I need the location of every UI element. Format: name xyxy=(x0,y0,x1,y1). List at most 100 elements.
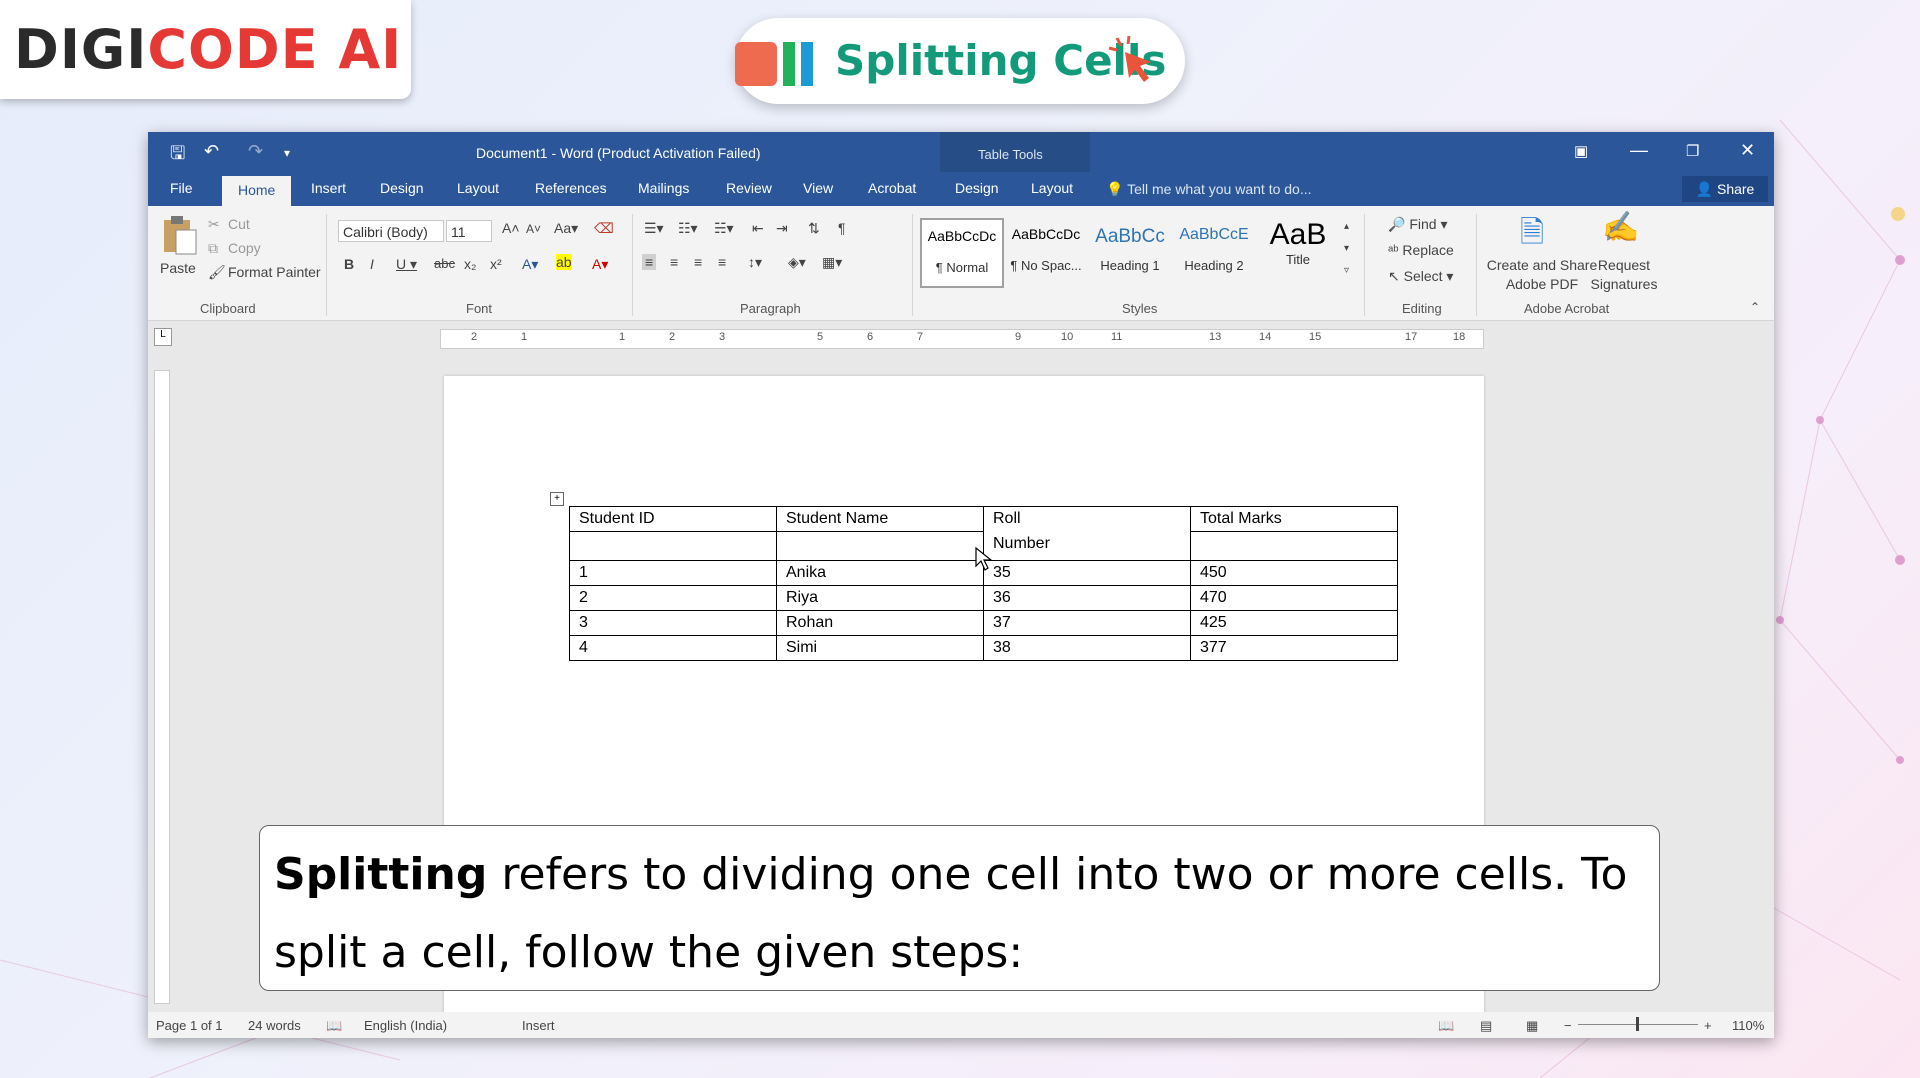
find-button[interactable]: 🔎 Find ▾ xyxy=(1388,216,1447,233)
table-cell-roll-number[interactable]: Number xyxy=(983,531,1191,561)
restore-button[interactable]: ❐ xyxy=(1686,142,1699,160)
language-status[interactable]: English (India) xyxy=(364,1018,447,1033)
align-center-icon[interactable]: ≡ xyxy=(670,254,678,270)
clear-formatting-icon[interactable]: ⌫ xyxy=(594,220,614,237)
table-cell[interactable]: Anika xyxy=(776,560,984,586)
sort-icon[interactable]: ⇅ xyxy=(808,220,820,237)
format-painter-button[interactable]: Format Painter xyxy=(228,264,321,280)
font-color-icon[interactable]: A▾ xyxy=(592,256,608,273)
print-layout-icon[interactable]: ▤ xyxy=(1480,1018,1492,1034)
redo-icon[interactable]: ↷ xyxy=(248,141,263,162)
table-cell[interactable]: 35 xyxy=(983,560,1191,586)
style-title[interactable]: AaB Title xyxy=(1258,218,1338,284)
tab-design[interactable]: Design xyxy=(380,180,424,196)
table-cell[interactable]: Riya xyxy=(776,585,984,611)
line-spacing-icon[interactable]: ↕▾ xyxy=(748,254,762,271)
table-cell[interactable]: Simi xyxy=(776,635,984,661)
collapse-ribbon-icon[interactable]: ⌃ xyxy=(1750,300,1760,314)
strikethrough-icon[interactable]: abc xyxy=(434,256,455,271)
zoom-level[interactable]: 110% xyxy=(1732,1018,1764,1033)
tab-layout[interactable]: Layout xyxy=(457,180,499,196)
table-cell[interactable] xyxy=(1190,531,1398,561)
borders-icon[interactable]: ▦▾ xyxy=(822,254,842,271)
tab-references[interactable]: References xyxy=(535,180,607,196)
underline-icon[interactable]: U ▾ xyxy=(396,256,417,273)
table-cell[interactable]: Roll xyxy=(983,506,1191,532)
web-layout-icon[interactable]: ▦ xyxy=(1526,1018,1538,1034)
table-cell[interactable]: 470 xyxy=(1190,585,1398,611)
tab-mailings[interactable]: Mailings xyxy=(638,180,689,196)
minimize-button[interactable]: — xyxy=(1630,140,1648,161)
superscript-icon[interactable]: x² xyxy=(490,256,502,272)
tab-insert[interactable]: Insert xyxy=(311,180,346,196)
decrease-indent-icon[interactable]: ⇤ xyxy=(752,220,764,237)
grow-font-icon[interactable]: A˄ xyxy=(502,220,520,236)
table-cell[interactable]: 450 xyxy=(1190,560,1398,586)
vertical-ruler[interactable] xyxy=(154,370,170,1004)
table-cell[interactable] xyxy=(776,531,984,561)
text-effects-icon[interactable]: A▾ xyxy=(522,256,538,273)
increase-indent-icon[interactable]: ⇥ xyxy=(776,220,788,237)
insert-mode-status[interactable]: Insert xyxy=(522,1018,555,1033)
bold-icon[interactable]: B xyxy=(344,256,354,272)
table-cell[interactable]: Rohan xyxy=(776,610,984,636)
table-cell[interactable]: 425 xyxy=(1190,610,1398,636)
read-mode-icon[interactable]: 📖 xyxy=(1438,1018,1454,1034)
justify-icon[interactable]: ≡ xyxy=(718,254,726,270)
font-size-dropdown[interactable]: 11 xyxy=(446,220,492,242)
zoom-in-button[interactable]: + xyxy=(1704,1018,1712,1033)
table-cell[interactable]: Student Name xyxy=(776,506,984,532)
page-count[interactable]: Page 1 of 1 xyxy=(156,1018,223,1033)
tab-table-design[interactable]: Design xyxy=(955,180,999,196)
table-cell[interactable]: 36 xyxy=(983,585,1191,611)
request-signatures-button[interactable]: Request Signatures xyxy=(1584,256,1664,294)
close-button[interactable]: ✕ xyxy=(1740,140,1755,161)
table-cell[interactable]: Student ID xyxy=(569,506,777,532)
style-heading-1[interactable]: AaBbCc Heading 1 xyxy=(1090,218,1170,284)
align-right-icon[interactable]: ≡ xyxy=(694,254,702,270)
table-cell[interactable]: 377 xyxy=(1190,635,1398,661)
tab-review[interactable]: Review xyxy=(726,180,772,196)
table-cell[interactable]: 1 xyxy=(569,560,777,586)
styles-scroll-icon[interactable]: ▴ ▾ ▿ xyxy=(1344,216,1349,282)
numbering-icon[interactable]: ☷▾ xyxy=(678,220,698,237)
customize-qat-icon[interactable]: ▾ xyxy=(284,146,290,160)
table-cell[interactable]: Total Marks xyxy=(1190,506,1398,532)
save-icon[interactable]: 🖫 xyxy=(170,141,185,171)
multilevel-list-icon[interactable]: ☵▾ xyxy=(714,220,734,237)
tab-view[interactable]: View xyxy=(803,180,833,196)
horizontal-ruler[interactable]: 21 123 567 9 10 11 13 14 15 17 18 xyxy=(440,329,1484,349)
zoom-out-button[interactable]: − xyxy=(1564,1018,1572,1033)
table-cell[interactable] xyxy=(569,531,777,561)
table-cell[interactable]: 3 xyxy=(569,610,777,636)
cut-button[interactable]: Cut xyxy=(228,216,250,232)
table-move-handle-icon[interactable]: + xyxy=(550,492,564,506)
font-name-dropdown[interactable]: Calibri (Body) xyxy=(338,220,444,242)
tab-table-layout[interactable]: Layout xyxy=(1031,180,1073,196)
align-left-icon[interactable]: ≡ xyxy=(642,254,657,270)
undo-icon[interactable]: ↶ xyxy=(204,141,219,162)
style-no-spacing[interactable]: AaBbCcDc ¶ No Spac... xyxy=(1006,218,1086,284)
replace-button[interactable]: ᵃᵇ Replace xyxy=(1388,242,1454,258)
word-count[interactable]: 24 words xyxy=(248,1018,301,1033)
table-cell[interactable]: 38 xyxy=(983,635,1191,661)
change-case-icon[interactable]: Aa▾ xyxy=(554,220,578,237)
highlight-icon[interactable]: ab xyxy=(556,254,572,270)
student-table[interactable]: Student ID Student Name Roll Total Marks… xyxy=(569,506,1398,661)
zoom-slider-thumb[interactable] xyxy=(1636,1017,1639,1031)
table-cell[interactable]: 4 xyxy=(569,635,777,661)
copy-button[interactable]: Copy xyxy=(228,240,261,256)
table-cell[interactable]: 37 xyxy=(983,610,1191,636)
tab-selector-icon[interactable]: L xyxy=(154,328,172,346)
ribbon-display-icon[interactable]: ▣ xyxy=(1574,142,1588,160)
tab-acrobat[interactable]: Acrobat xyxy=(868,180,916,196)
proofing-icon[interactable]: 📖 xyxy=(326,1018,342,1034)
tell-me-search[interactable]: 💡 Tell me what you want to do... xyxy=(1106,181,1312,198)
shrink-font-icon[interactable]: A˅ xyxy=(526,222,541,236)
shading-icon[interactable]: ◈▾ xyxy=(788,254,806,271)
style-normal[interactable]: AaBbCcDc ¶ Normal xyxy=(920,218,1004,288)
italic-icon[interactable]: I xyxy=(370,256,374,272)
select-button[interactable]: ↖ Select ▾ xyxy=(1388,268,1453,285)
share-button[interactable]: 👤 Share xyxy=(1682,176,1768,202)
bullets-icon[interactable]: ☰▾ xyxy=(644,220,664,237)
